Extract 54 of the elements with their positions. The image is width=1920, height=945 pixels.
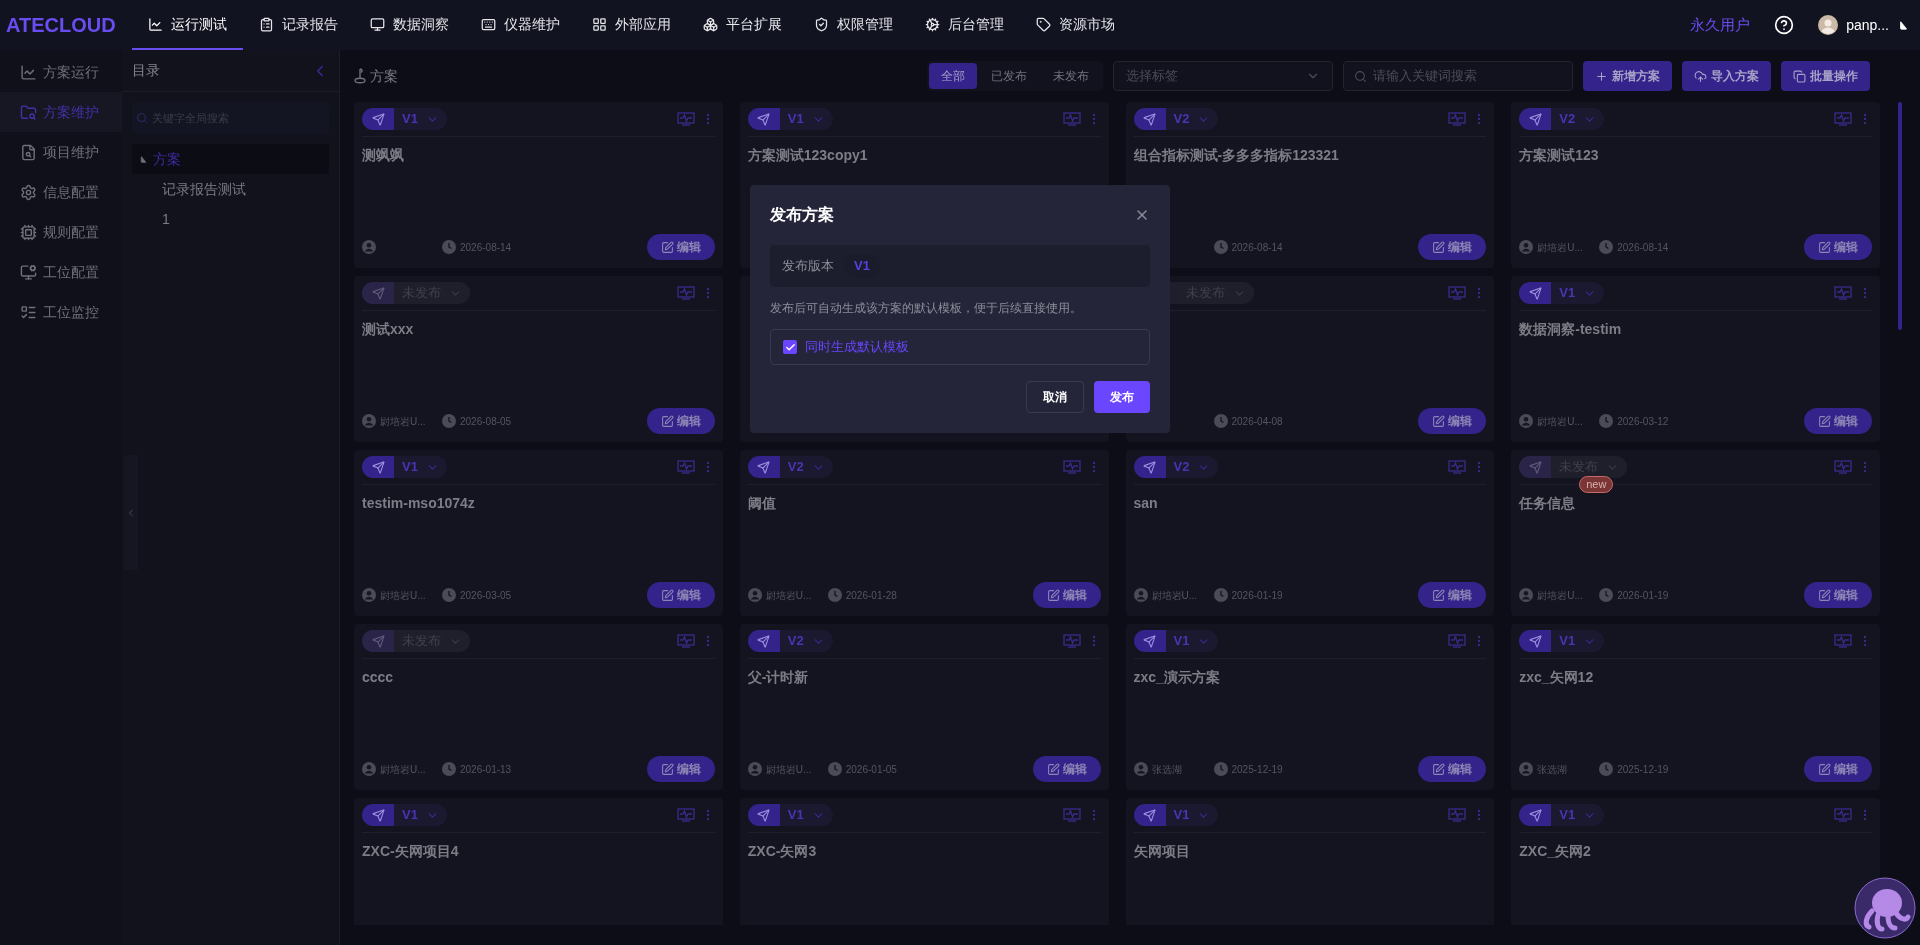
version-label: V1 xyxy=(402,806,418,825)
card-date: 2025-12-19 xyxy=(1617,762,1669,777)
card-title: cccc xyxy=(362,668,395,687)
card-title: 任务信息 xyxy=(1519,494,1577,513)
card-title: 数据洞察-testim xyxy=(1519,320,1623,339)
card-title: 组合指标测试-多多多指标123321 xyxy=(1133,146,1340,165)
version-label: 发布版本 xyxy=(782,257,834,276)
card-date: 2026-08-14 xyxy=(460,240,512,255)
version-label: V1 xyxy=(1173,632,1190,651)
card-title: zxc_矢网12 xyxy=(1519,668,1595,687)
version-label: V2 xyxy=(1559,110,1576,129)
card-title: zxc_演示方案 xyxy=(1133,668,1221,687)
version-label: V2 xyxy=(787,458,804,477)
card-date: 2026-01-19 xyxy=(1231,588,1283,603)
panel-title: 目录 xyxy=(132,61,160,80)
dialog-title: 发布方案 xyxy=(770,205,834,225)
card-title: 矢网项目 xyxy=(1133,842,1191,861)
version-label: V1 xyxy=(787,110,804,129)
version-label: V1 xyxy=(787,806,804,825)
version-label: V2 xyxy=(1173,110,1190,129)
version-label: V1 xyxy=(1559,806,1576,825)
card-date: 2026-03-12 xyxy=(1617,414,1669,429)
card-title: ZXC_矢网2 xyxy=(1519,842,1592,861)
dialog-description: 发布后可自动生成该方案的默认模板，便于后续直接使用。 xyxy=(770,300,1083,317)
card-title: 测飒飒 xyxy=(362,146,405,165)
card-date: 2026-03-05 xyxy=(460,588,512,603)
card-title: 方案测试123copy1 xyxy=(747,146,869,165)
version-label: V1 xyxy=(1173,806,1190,825)
breadcrumb: 方案 xyxy=(370,66,398,86)
card-title: 方案测试123 xyxy=(1519,146,1600,165)
card-date: 2026-01-13 xyxy=(460,762,512,777)
card-date: 2025-12-19 xyxy=(1231,762,1283,777)
card-title: ZXC-矢网3 xyxy=(747,842,818,861)
version-label: V1 xyxy=(402,110,418,129)
new-badge: new xyxy=(1579,476,1614,493)
account-type: 永久用户 xyxy=(1690,14,1751,35)
card-title: 测试xxx xyxy=(362,320,415,339)
card-title: san xyxy=(1133,494,1159,513)
card-title: 父-计时新 xyxy=(747,668,810,687)
card-title: ZXC-矢网项目4 xyxy=(362,842,460,861)
card-date: 2026-04-08 xyxy=(1231,414,1283,429)
version-label: V2 xyxy=(787,632,804,651)
card-title: 阈值 xyxy=(747,494,777,513)
card-date: 2026-08-05 xyxy=(460,414,512,429)
card-date: 2026-01-19 xyxy=(1617,588,1669,603)
card-date: 2026-08-14 xyxy=(1231,240,1283,255)
version-label: V1 xyxy=(1559,284,1576,303)
card-date: 2026-01-28 xyxy=(845,588,897,603)
card-date: 2026-08-14 xyxy=(1617,240,1669,255)
version-label: V2 xyxy=(1173,458,1190,477)
card-title: testim-mso1074z xyxy=(362,494,476,513)
version-label: V1 xyxy=(402,458,418,477)
card-date: 2026-01-05 xyxy=(845,762,897,777)
version-label: V1 xyxy=(1559,632,1576,651)
